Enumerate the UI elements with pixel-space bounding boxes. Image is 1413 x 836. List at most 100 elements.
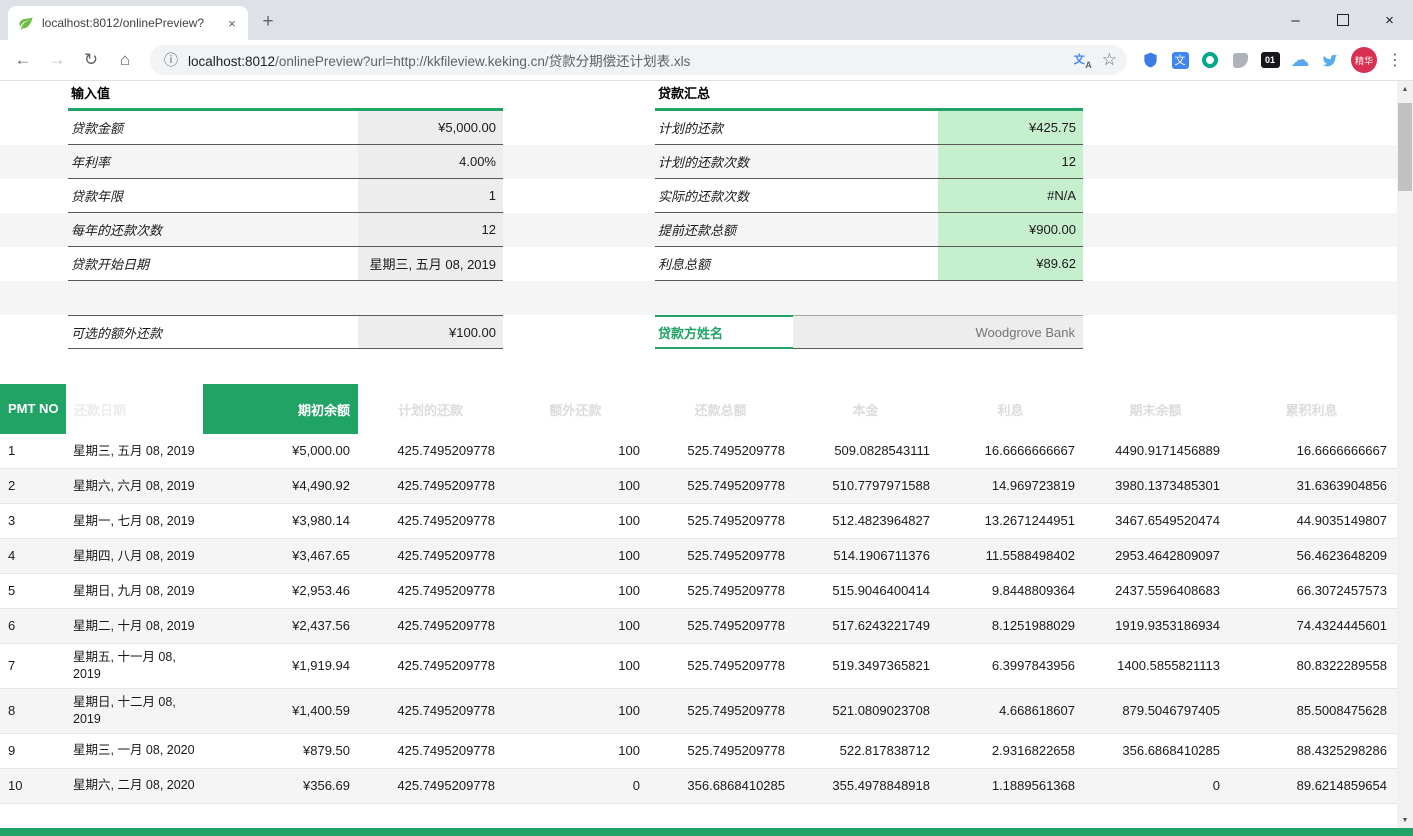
summary-label: 计划的还款	[655, 111, 938, 145]
cell-pmt-no: 8	[0, 689, 66, 733]
browser-tab-strip: localhost:8012/onlinePreview? × + – ×	[0, 0, 1413, 40]
cell-scheduled-payment: 425.7495209778	[358, 469, 503, 503]
cell-extra-payment: 100	[503, 504, 648, 538]
summary-value: ¥89.62	[938, 247, 1083, 281]
scroll-down-icon[interactable]: ▼	[1397, 812, 1413, 828]
summary-value: ¥425.75	[938, 111, 1083, 145]
close-window-button[interactable]: ×	[1366, 0, 1413, 40]
summary-label: 提前还款总额	[655, 213, 938, 247]
sheet-row: 每年的还款次数 12 提前还款总额 ¥900.00	[0, 213, 1397, 247]
home-button[interactable]: ⌂	[111, 46, 139, 74]
cell-extra-payment: 100	[503, 469, 648, 503]
column-header: 期末余额	[1083, 384, 1228, 434]
cell-interest: 1.1889561368	[938, 769, 1083, 803]
cell-principal: 519.3497365821	[793, 644, 938, 688]
cell-pmt-no: 7	[0, 644, 66, 688]
bookmark-star-icon[interactable]: ☆	[1102, 50, 1117, 70]
forward-button[interactable]: →	[43, 46, 71, 74]
cell-principal: 522.817838712	[793, 734, 938, 768]
column-header: 还款日期	[66, 384, 203, 434]
cell-ending-balance: 1400.5855821113	[1083, 644, 1228, 688]
cell-principal: 515.9046400414	[793, 574, 938, 608]
table-row: 6 星期二, 十月 08, 2019 ¥2,437.56 425.7495209…	[0, 609, 1397, 644]
column-header: PMT NO	[0, 384, 66, 434]
minimize-button[interactable]: –	[1272, 0, 1319, 40]
cell-principal: 517.6243221749	[793, 609, 938, 643]
inputs-section-title: 输入值	[68, 83, 503, 111]
sheet-row: 贷款金额 ¥5,000.00 计划的还款 ¥425.75	[0, 111, 1397, 145]
cell-extra-payment: 100	[503, 574, 648, 608]
cell-interest: 4.668618607	[938, 689, 1083, 733]
cell-ending-balance: 3467.6549520474	[1083, 504, 1228, 538]
tab-title: localhost:8012/onlinePreview?	[42, 16, 216, 30]
table-row: 4 星期四, 八月 08, 2019 ¥3,467.65 425.7495209…	[0, 539, 1397, 574]
cell-pmt-no: 6	[0, 609, 66, 643]
cell-extra-payment: 100	[503, 434, 648, 468]
bottom-green-bar	[0, 828, 1413, 836]
cell-payment-date: 星期一, 七月 08, 2019	[66, 504, 203, 538]
translate-page-icon[interactable]: 文A	[1074, 52, 1092, 68]
cell-ending-balance: 879.5046797405	[1083, 689, 1228, 733]
cell-principal: 514.1906711376	[793, 539, 938, 573]
cell-scheduled-payment: 425.7495209778	[358, 644, 503, 688]
cell-principal: 510.7797971588	[793, 469, 938, 503]
cell-total-payment: 525.7495209778	[648, 689, 793, 733]
maximize-button[interactable]	[1319, 0, 1366, 40]
scroll-up-icon[interactable]: ▲	[1397, 81, 1413, 97]
extension-cloud-icon[interactable]: ☁	[1285, 46, 1315, 74]
cell-extra-payment: 100	[503, 689, 648, 733]
cell-ending-balance: 4490.9171456889	[1083, 434, 1228, 468]
extension-ring-icon[interactable]	[1195, 46, 1225, 74]
cell-interest: 14.969723819	[938, 469, 1083, 503]
table-row: 8 星期日, 十二月 08, 2019 ¥1,400.59 425.749520…	[0, 689, 1397, 734]
cell-scheduled-payment: 425.7495209778	[358, 769, 503, 803]
summary-label: 计划的还款次数	[655, 145, 938, 179]
table-row: 9 星期三, 一月 08, 2020 ¥879.50 425.749520977…	[0, 734, 1397, 769]
cell-payment-date: 星期四, 八月 08, 2019	[66, 539, 203, 573]
profile-avatar[interactable]: 精华	[1351, 47, 1377, 73]
input-value: ¥5,000.00	[358, 111, 503, 145]
cell-pmt-no: 2	[0, 469, 66, 503]
cell-payment-date: 星期三, 五月 08, 2019	[66, 434, 203, 468]
vertical-scrollbar[interactable]: ▲ ▼	[1397, 81, 1413, 828]
extension-translate-icon[interactable]: 文	[1165, 46, 1195, 74]
cell-interest: 9.8448809364	[938, 574, 1083, 608]
input-label: 每年的还款次数	[68, 213, 358, 247]
cell-payment-date: 星期六, 六月 08, 2019	[66, 469, 203, 503]
browser-tab[interactable]: localhost:8012/onlinePreview? ×	[8, 6, 248, 40]
page-info-icon[interactable]: ⓘ	[164, 50, 178, 70]
input-label: 贷款开始日期	[68, 247, 358, 281]
scrollbar-thumb[interactable]	[1398, 103, 1412, 191]
spreadsheet-preview: 输入值 贷款汇总 贷款金额 ¥5,000.00 计划的还款 ¥425.75 年利…	[0, 81, 1397, 804]
reload-button[interactable]: ↻	[77, 46, 105, 74]
cell-interest: 6.3997843956	[938, 644, 1083, 688]
cell-cumulative-interest: 85.5008475628	[1228, 689, 1395, 733]
browser-menu-icon[interactable]: ⋮	[1383, 46, 1407, 74]
extension-generic-gray-icon[interactable]	[1225, 46, 1255, 74]
cell-scheduled-payment: 425.7495209778	[358, 734, 503, 768]
cell-beginning-balance: ¥3,980.14	[203, 504, 358, 538]
cell-total-payment: 525.7495209778	[648, 539, 793, 573]
tab-close-icon[interactable]: ×	[224, 15, 240, 31]
cell-beginning-balance: ¥2,953.46	[203, 574, 358, 608]
cell-total-payment: 356.6868410285	[648, 769, 793, 803]
cell-beginning-balance: ¥4,490.92	[203, 469, 358, 503]
cell-payment-date: 星期三, 一月 08, 2020	[66, 734, 203, 768]
summary-section-title: 贷款汇总	[655, 83, 1083, 111]
extension-01-badge[interactable]: 01	[1255, 46, 1285, 74]
cell-payment-date: 星期五, 十一月 08, 2019	[66, 644, 203, 688]
extension-shield-icon[interactable]	[1135, 46, 1165, 74]
column-header: 期初余额	[203, 384, 358, 434]
extension-bird-icon[interactable]	[1315, 46, 1345, 74]
back-button[interactable]: ←	[9, 46, 37, 74]
input-value: 4.00%	[358, 145, 503, 179]
column-header: 额外还款	[503, 384, 648, 434]
table-header-row: PMT NO还款日期期初余额计划的还款额外还款还款总额本金利息期末余额累积利息	[0, 384, 1397, 434]
url-address-bar[interactable]: ⓘ localhost:8012/onlinePreview?url=http:…	[150, 45, 1127, 75]
cell-total-payment: 525.7495209778	[648, 609, 793, 643]
sheet-row: 贷款年限 1 实际的还款次数 #N/A	[0, 179, 1397, 213]
summary-label: 利息总额	[655, 247, 938, 281]
cell-beginning-balance: ¥1,919.94	[203, 644, 358, 688]
column-header: 本金	[793, 384, 938, 434]
new-tab-button[interactable]: +	[254, 8, 282, 36]
